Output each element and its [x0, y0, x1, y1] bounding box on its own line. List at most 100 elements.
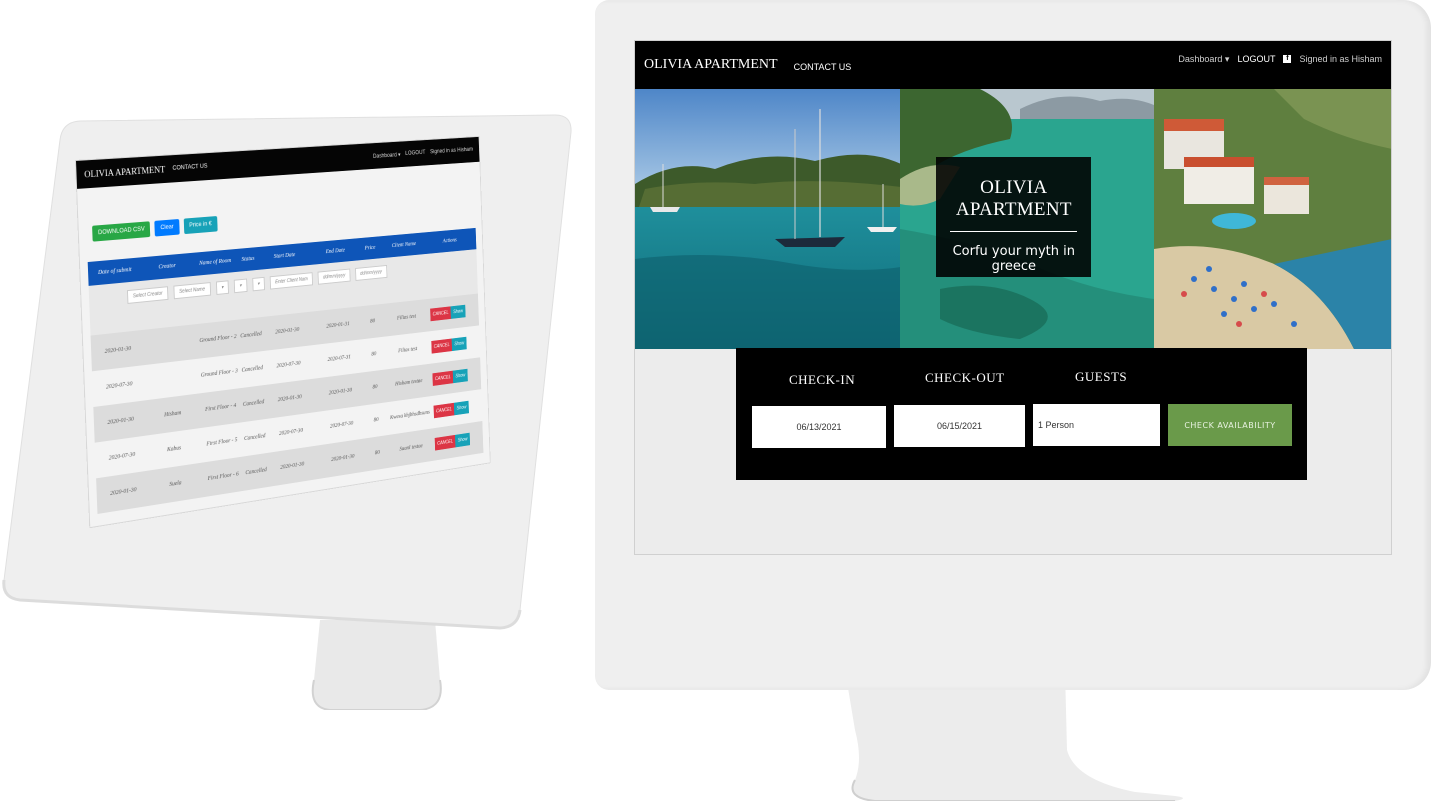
- show-button[interactable]: Show: [454, 400, 469, 416]
- left-signed-in-text: Signed in as Hisham: [430, 146, 473, 155]
- cell-date: 2020-07-30: [105, 381, 133, 391]
- clear-button[interactable]: Clear: [154, 218, 180, 237]
- left-contact-link[interactable]: CONTACT US: [172, 164, 207, 172]
- cell-end: 2020-07-31: [327, 354, 351, 363]
- column-header: End Date: [325, 247, 345, 256]
- cell-room: First Floor - 4: [204, 403, 237, 413]
- cancel-button[interactable]: CANCEL: [433, 402, 455, 419]
- cell-creator: Hisham: [164, 410, 182, 419]
- hero-title-box: OLIVIA APARTMENT Corfu your myth in gree…: [936, 157, 1092, 277]
- cell-client: Hisham testae: [395, 378, 423, 388]
- column-header: Status: [241, 255, 255, 263]
- hero-image-resort: [1153, 89, 1391, 349]
- column-header: Start Date: [273, 252, 296, 260]
- status-select[interactable]: ▾: [215, 280, 230, 296]
- checkin-input[interactable]: 06/13/2021: [752, 406, 886, 448]
- right-nav-right: Dashboard ▾ LOGOUT f Signed in as Hisham: [1178, 54, 1382, 65]
- left-nav-right: Dashboard ▾ LOGOUT Signed in as Hisham: [373, 147, 473, 160]
- cell-start: 2020-01-30: [280, 461, 305, 471]
- cell-creator: Kabus: [166, 445, 182, 454]
- bookings-table: Date of submit Creator Name of Room Stat…: [87, 227, 484, 514]
- cell-price: 80: [373, 417, 379, 424]
- hero-banner: OLIVIA APARTMENT Corfu your myth in gree…: [635, 89, 1391, 349]
- cell-creator: [144, 342, 195, 348]
- cell-status: Cancelled: [242, 399, 265, 408]
- hero-divider: [950, 231, 1078, 232]
- row-actions: CANCEL Show: [430, 304, 474, 322]
- show-button[interactable]: Show: [452, 368, 468, 384]
- checkin-label: CHECK-IN: [789, 372, 856, 387]
- left-brand[interactable]: OLIVIA APARTMENT: [84, 164, 165, 179]
- cell-price: 80: [371, 351, 377, 358]
- column-header: Creator: [158, 263, 176, 271]
- right-contact-link[interactable]: CONTACT US: [794, 62, 852, 72]
- guests-select[interactable]: 1 Person: [1033, 404, 1160, 446]
- client-name-input[interactable]: Enter Client Nam: [269, 272, 314, 290]
- cell-end: 2020-01-30: [331, 453, 355, 463]
- start-date-select[interactable]: ▾: [233, 278, 248, 294]
- cancel-button[interactable]: CANCEL: [431, 338, 453, 354]
- download-csv-button[interactable]: DOWNLOAD CSV: [92, 221, 151, 242]
- cell-date: 2020-01-30: [110, 487, 137, 498]
- cancel-button[interactable]: CANCEL: [430, 306, 452, 322]
- cell-start: 2020-01-30: [277, 394, 302, 404]
- right-signed-in-text: Signed in as Hisham: [1299, 54, 1382, 64]
- column-header: Client Name: [391, 241, 417, 249]
- end-date-input[interactable]: dd/mm/yyyy: [355, 265, 388, 281]
- show-button[interactable]: Show: [455, 432, 470, 448]
- cell-start: 2020-01-30: [275, 327, 300, 336]
- left-dashboard-menu[interactable]: Dashboard ▾: [373, 151, 401, 159]
- left-logout-link[interactable]: LOGOUT: [405, 150, 425, 158]
- hero-title: OLIVIA APARTMENT: [955, 177, 1072, 220]
- cell-end: 2020-07-30: [329, 420, 354, 430]
- column-header: Date of submit: [97, 267, 132, 277]
- show-button[interactable]: Show: [450, 304, 466, 319]
- cell-client: Kwesa khjbhsdbsuns: [389, 409, 430, 421]
- cell-price: 80: [372, 384, 378, 391]
- cell-status: Cancelled: [241, 365, 264, 374]
- cell-date: 2020-01-30: [104, 345, 132, 355]
- checkout-input[interactable]: 06/15/2021: [894, 405, 1025, 447]
- booking-panel: CHECK-IN CHECK-OUT GUESTS 06/13/2021 06/…: [736, 348, 1307, 480]
- start-date-input[interactable]: dd/mm/yyyy: [317, 268, 351, 285]
- hero-image-lagoon: OLIVIA APARTMENT Corfu your myth in gree…: [900, 89, 1154, 349]
- hero-image-bay: [635, 89, 901, 349]
- cell-creator: Suela: [169, 480, 182, 488]
- right-logout-link[interactable]: LOGOUT: [1237, 54, 1275, 64]
- row-actions: CANCEL Show: [433, 400, 478, 419]
- room-name-select[interactable]: Select Name: [173, 282, 211, 300]
- cell-status: Cancelled: [244, 433, 266, 443]
- cell-date: 2020-01-30: [107, 416, 134, 427]
- cell-end: 2020-01-31: [326, 321, 350, 330]
- creator-select[interactable]: Select Creator: [126, 286, 169, 304]
- column-header: Actions: [442, 237, 457, 245]
- cell-room: First Floor - 5: [206, 437, 238, 448]
- cell-client: Suanl testae: [399, 443, 423, 453]
- row-actions: CANCEL Show: [432, 368, 476, 386]
- facebook-icon: f: [1283, 55, 1292, 63]
- cell-room: First Floor - 6: [207, 471, 239, 483]
- left-monitor: OLIVIA APARTMENT CONTACT US Dashboard ▾ …: [0, 0, 620, 801]
- right-dashboard-menu[interactable]: Dashboard ▾: [1178, 54, 1229, 65]
- check-availability-button[interactable]: CHECK AVAILABILITY: [1168, 404, 1292, 446]
- row-actions: CANCEL Show: [434, 431, 479, 451]
- cell-client: Filias test: [398, 346, 418, 355]
- price-in-euro-button[interactable]: Price in €: [183, 216, 218, 235]
- left-screen: OLIVIA APARTMENT CONTACT US Dashboard ▾ …: [75, 135, 491, 529]
- cancel-button[interactable]: CANCEL: [432, 370, 454, 386]
- column-header: Name of Room: [199, 258, 232, 267]
- show-button[interactable]: Show: [451, 336, 467, 352]
- cell-end: 2020-01-30: [328, 387, 353, 397]
- cell-creator: [146, 376, 197, 382]
- cell-price: 80: [370, 318, 376, 325]
- row-actions: CANCEL Show: [431, 336, 475, 354]
- right-navbar: OLIVIA APARTMENT CONTACT US Dashboard ▾ …: [635, 41, 1391, 89]
- right-brand[interactable]: OLIVIA APARTMENT: [644, 57, 778, 73]
- checkout-label: CHECK-OUT: [925, 370, 1005, 385]
- cancel-button[interactable]: CANCEL: [434, 434, 456, 451]
- cell-room: Ground Floor - 2: [199, 334, 237, 345]
- guests-label: GUESTS: [1075, 369, 1128, 384]
- cell-status: Cancelled: [245, 467, 267, 477]
- column-header: Price: [364, 244, 376, 252]
- end-date-select[interactable]: ▾: [251, 276, 266, 292]
